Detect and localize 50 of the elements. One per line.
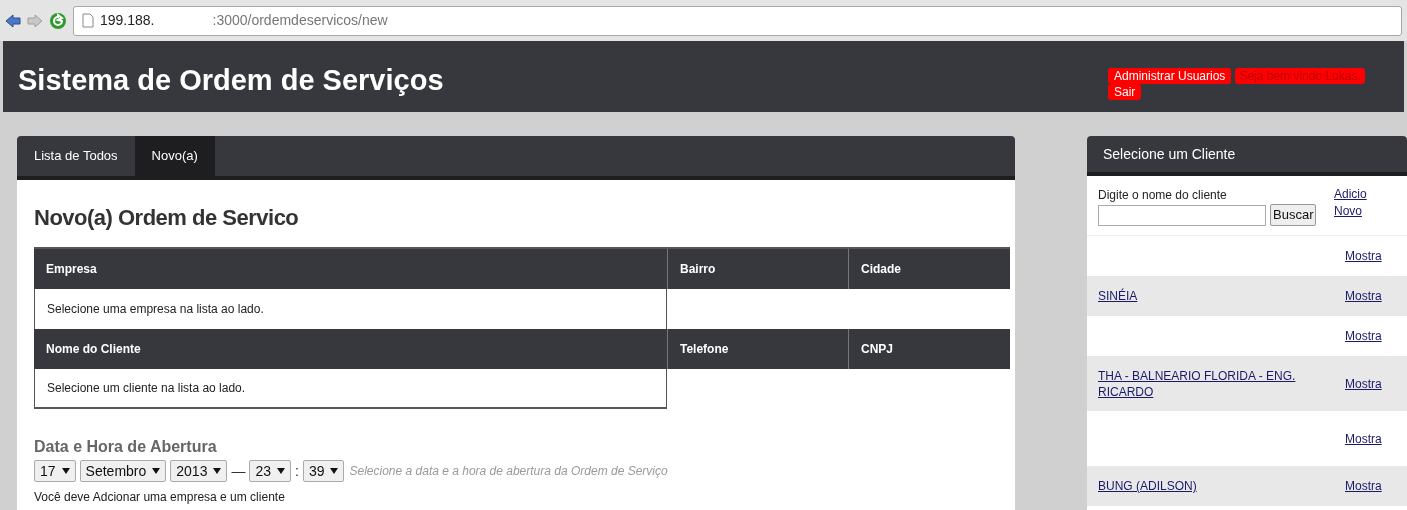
back-icon[interactable] [5,13,21,28]
client-name-link[interactable]: SINÉIA [1098,288,1345,304]
date-label: Data e Hora de Abertura [34,437,218,457]
client-search-field[interactable] [1098,204,1266,226]
date-select[interactable]: 2013 [170,460,228,482]
search-label: Digite o nome do cliente [1098,187,1228,204]
separator-text: : [295,461,299,481]
date-select[interactable]: 23 [249,460,291,482]
warning-text: Você deve Adcionar uma empresa e um cliente [34,489,286,506]
column-header: Telefone [667,329,848,369]
date-select[interactable]: 17 [34,460,76,482]
panel-title: Selecione um Cliente [1103,144,1236,164]
caret-icon [61,468,70,474]
show-link[interactable]: Mostra [1345,429,1382,448]
table-cell: Selecione um cliente na lista ao lado. [34,369,667,409]
tab[interactable]: Lista de Todos [17,136,135,176]
date-select[interactable]: 39 [302,460,345,482]
forward-icon[interactable] [27,13,43,28]
caret-icon [152,468,161,474]
nav-link[interactable]: Sair [1108,84,1142,100]
caret-icon [330,468,339,474]
date-select[interactable]: Setembro [79,460,167,482]
search-button[interactable]: Buscar [1270,204,1317,226]
column-header: CNPJ [848,329,1010,369]
show-link[interactable]: Mostra [1345,287,1382,305]
site-title: Sistema de Ordem de Serviços [18,63,444,98]
nav-link[interactable]: Administrar Usuarios [1108,68,1232,84]
page-icon [82,13,94,28]
tab[interactable]: Novo(a) [134,136,215,176]
show-link[interactable]: Mostra [1345,327,1382,345]
show-link[interactable]: Mostra [1345,247,1382,265]
caret-icon [277,468,285,474]
url-host: 199.188. [100,11,155,30]
address-bar[interactable]: 199.188. :3000/ordemdeservicos/new [73,5,1402,36]
url-path: :3000/ordemdeservicos/new [212,11,388,30]
client-name-link[interactable]: THA - BALNEARIO FLORIDA - ENG. RICARDO [1098,367,1345,400]
welcome-text: Seja bem vindo Lukas. [1235,68,1365,84]
client-name-link[interactable]: BUNG (ADILSON) [1098,478,1345,494]
add-client-link[interactable]: Adicio Novo [1334,186,1367,235]
reload-icon[interactable] [49,11,67,30]
column-header: Cidade [848,249,1010,289]
show-link[interactable]: Mostra [1345,374,1382,393]
column-header: Bairro [667,249,848,289]
page-heading: Novo(a) Ordem de Servico [34,204,300,232]
caret-icon [213,468,222,474]
separator-text: — [231,461,246,481]
column-header: Empresa [34,249,667,289]
date-hint: Selecione a data e a hora de abertura da Ordem de Serviço [349,463,668,480]
show-link[interactable]: Mostra [1345,477,1382,495]
column-header: Nome do Cliente [34,329,667,369]
